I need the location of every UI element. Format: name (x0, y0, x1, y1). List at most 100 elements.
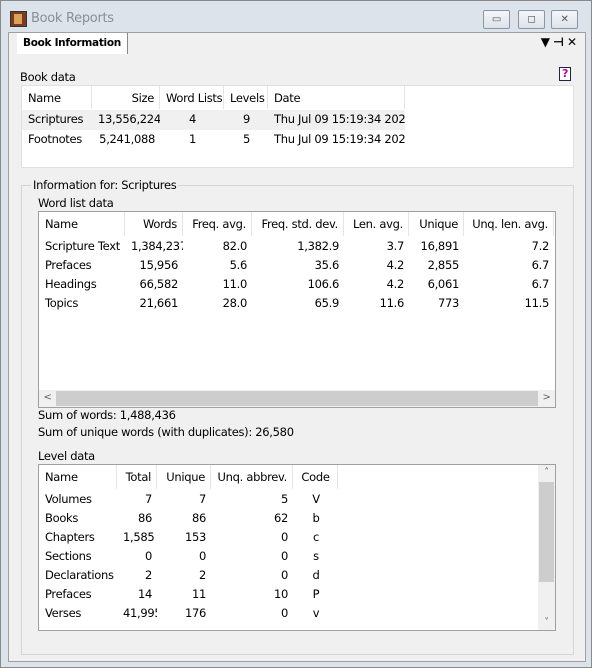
sum-words: Sum of words: 1,488,436 (38, 408, 176, 422)
table-cell: Scriptures (28, 112, 84, 126)
level-data-table[interactable]: ˄ ˅ Name Total Unique Unq. abbrev. Code Volum… (38, 464, 556, 631)
table-row[interactable]: Verses 41,995 176 0 v (39, 604, 338, 623)
column-header[interactable]: Unq. abbrev. (211, 465, 293, 489)
close-button[interactable]: ✕ (551, 10, 578, 29)
column-header[interactable]: Levels (224, 86, 268, 109)
table-cell: 86 (191, 511, 206, 525)
column-header[interactable]: Len. avg. (344, 212, 409, 236)
maximize-button[interactable]: ◻ (518, 10, 545, 29)
table-cell: 773 (437, 296, 459, 310)
scroll-right-icon[interactable]: > (538, 392, 555, 403)
table-cell: Thu Jul 09 15:19:34 2020 (274, 112, 405, 126)
scroll-down-icon[interactable]: ˅ (538, 617, 555, 628)
table-row[interactable]: Sections 0 0 0 s (39, 547, 338, 566)
column-header[interactable]: Word Lists (160, 86, 224, 109)
column-header[interactable]: Unq. len. avg. (464, 212, 554, 236)
book-data-label: Book data (20, 70, 76, 84)
window: Book Reports ▭ ◻ ✕ Book Information ▼⊣✕ … (0, 0, 592, 668)
table-cell: V (312, 492, 320, 506)
scroll-up-icon[interactable]: ˄ (538, 467, 555, 478)
table-cell: 66,582 (139, 277, 179, 291)
window-title: Book Reports (31, 11, 114, 26)
column-header[interactable]: Freq. avg. (183, 212, 252, 236)
dropdown-icon[interactable]: ▼ (541, 35, 553, 49)
column-header[interactable]: Name (39, 212, 125, 236)
table-cell: 0 (280, 530, 288, 544)
scroll-thumb[interactable] (539, 482, 554, 582)
table-cell: 1,384,237 (131, 239, 183, 253)
table-cell: 5 (242, 131, 251, 146)
table-cell: 1,382.9 (297, 239, 339, 253)
column-header[interactable]: Date (268, 86, 405, 109)
table-cell: Footnotes (28, 131, 82, 146)
table-cell: 0 (280, 568, 288, 582)
table-row[interactable]: Headings 66,582 11.0 106.6 4.2 6,061 6.7 (39, 275, 554, 294)
table-cell: 21,661 (139, 296, 179, 310)
table-cell: 153 (184, 530, 206, 544)
table-cell: 3.7 (386, 239, 405, 253)
table-cell: 5.6 (229, 258, 248, 272)
minimize-button[interactable]: ▭ (483, 10, 510, 29)
column-header[interactable]: Size (92, 86, 160, 109)
tab-tools: ▼⊣✕ (541, 35, 580, 49)
table-cell: 106.6 (307, 277, 340, 291)
column-header[interactable]: Code (293, 465, 338, 489)
table-cell: 11.0 (222, 277, 248, 291)
tab-book-information[interactable]: Book Information (17, 33, 128, 54)
table-cell: Books (45, 511, 79, 525)
table-cell: 0 (280, 549, 288, 563)
table-cell: 7 (198, 492, 206, 506)
app-book-icon (10, 11, 27, 27)
word-list-label: Word list data (38, 196, 114, 210)
table-row[interactable]: Scripture Text 1,384,237 82.0 1,382.9 3.7 16,… (39, 237, 554, 256)
table-cell: Volumes (45, 492, 92, 506)
word-list-table[interactable]: < > Name Words Freq. avg. Freq. std. dev. Le… (38, 211, 556, 408)
table-cell: 176 (184, 606, 206, 620)
table-cell: 4 (188, 112, 197, 126)
help-icon[interactable]: ? (559, 67, 571, 81)
table-row[interactable]: Footnotes 5,241,088 1 5 Thu Jul 09 15:19:34 … (22, 130, 405, 150)
table-row[interactable]: Declarations 2 2 0 d (39, 566, 338, 585)
table-cell: Verses (45, 606, 82, 620)
column-header[interactable]: Freq. std. dev. (252, 212, 344, 236)
scroll-left-icon[interactable]: < (39, 392, 56, 403)
table-cell: 2 (144, 568, 152, 582)
table-cell: 11.5 (524, 296, 550, 310)
close-panel-icon[interactable]: ✕ (567, 35, 580, 49)
table-cell: 7.2 (531, 239, 550, 253)
sum-unique-words: Sum of unique words (with duplicates): 2… (38, 425, 294, 439)
table-row[interactable]: Scriptures 13,556,224 4 9 Thu Jul 09 15:19:3… (22, 110, 405, 130)
horizontal-scrollbar[interactable]: < > (39, 390, 555, 407)
table-cell: Headings (45, 277, 97, 291)
table-row[interactable]: Prefaces 15,956 5.6 35.6 4.2 2,855 6.7 (39, 256, 554, 275)
column-header[interactable]: Words (125, 212, 183, 236)
table-row[interactable]: Books 86 86 62 b (39, 509, 338, 528)
table-cell: 5,241,088 (99, 131, 155, 146)
column-header[interactable]: Unique (409, 212, 464, 236)
table-row[interactable]: Prefaces 14 11 10 P (39, 585, 338, 604)
table-cell: 82.0 (222, 239, 248, 253)
table-cell: Sections (45, 549, 92, 563)
pin-icon[interactable]: ⊣ (553, 35, 567, 49)
table-cell: 6.7 (531, 258, 550, 272)
table-cell: 65.9 (314, 296, 340, 310)
table-row[interactable]: Volumes 7 7 5 V (39, 490, 338, 509)
table-row[interactable]: Chapters 1,585 153 0 c (39, 528, 338, 547)
table-cell: Prefaces (45, 587, 92, 601)
column-header[interactable]: Name (22, 86, 92, 109)
column-header[interactable]: Unique (157, 465, 211, 489)
table-cell: v (312, 606, 320, 620)
table-cell: 5 (280, 492, 288, 506)
column-header[interactable]: Total (117, 465, 157, 489)
column-header[interactable]: Name (39, 465, 117, 489)
info-group-label: Information for: Scriptures (31, 178, 179, 192)
table-row[interactable]: Topics 21,661 28.0 65.9 11.6 773 11.5 (39, 294, 554, 313)
table-cell: 14 (137, 587, 152, 601)
scroll-thumb[interactable] (56, 391, 538, 406)
table-cell: 9 (242, 112, 251, 126)
vertical-scrollbar[interactable]: ˄ ˅ (538, 465, 555, 630)
table-cell: Scripture Text (45, 239, 120, 253)
table-cell: 6.7 (531, 277, 550, 291)
table-cell: 16,891 (420, 239, 460, 253)
book-data-table[interactable]: Name Size Word Lists Levels Date Scriptures 13… (21, 85, 574, 168)
